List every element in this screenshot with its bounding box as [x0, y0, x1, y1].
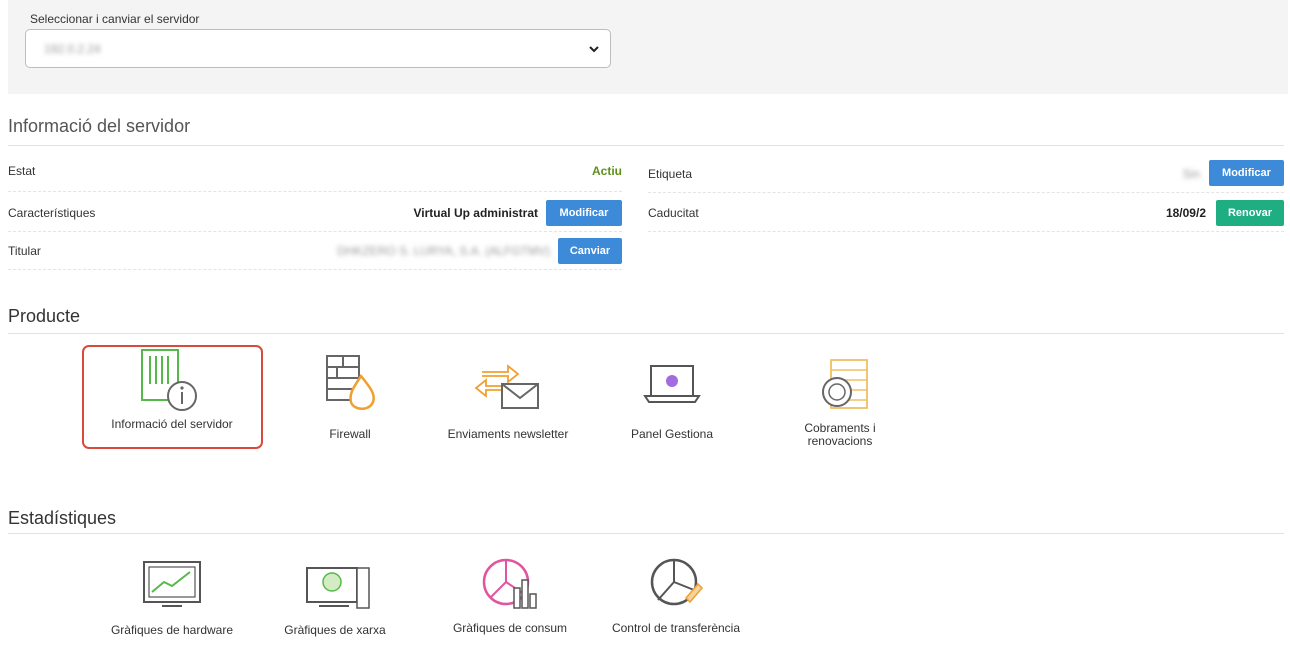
product-title: Producte [8, 306, 81, 326]
tile-label: Gràfiques de hardware [110, 623, 234, 637]
product-item-payments[interactable]: Cobraments i renovacions [772, 356, 908, 448]
payments-icon [822, 359, 868, 409]
info-row-features: Característiques Virtual Up administrat … [8, 194, 622, 232]
product-item-firewall[interactable]: Firewall [290, 354, 410, 441]
info-label-expiry: Caducitat [648, 206, 699, 220]
change-holder-button[interactable]: Canviar [558, 238, 622, 264]
tile-label: Gràfiques de consum [452, 621, 568, 635]
transfer-control-icon [650, 558, 704, 606]
server-select-dropdown[interactable]: 192.0.2.24 [25, 29, 611, 68]
info-row-tag: Etiqueta Sin Modificar [648, 155, 1284, 193]
server-info-icon [141, 349, 197, 411]
section-divider [8, 333, 1284, 334]
firewall-icon [326, 355, 375, 410]
chevron-down-icon [589, 46, 599, 53]
tile-label: Control de transferència [611, 621, 741, 635]
modify-features-button[interactable]: Modificar [546, 200, 622, 226]
info-label-status: Estat [8, 164, 36, 178]
stats-item-consumption[interactable]: Gràfiques de consum [432, 554, 588, 635]
features-value: Virtual Up administrat [413, 206, 538, 220]
server-info-title: Informació del servidor [8, 116, 191, 136]
server-select-value: 192.0.2.24 [44, 42, 101, 56]
info-label-holder: Titular [8, 244, 41, 258]
modify-tag-button[interactable]: Modificar [1209, 160, 1284, 186]
tile-label: Gràfiques de xarxa [284, 623, 386, 637]
info-label-tag: Etiqueta [648, 167, 693, 181]
stats-title: Estadístiques [8, 508, 117, 528]
info-row-status: Estat Actiu [8, 152, 622, 190]
info-label-features: Característiques [8, 206, 96, 220]
holder-value: DHKZERO S. LURYA, S.A. (ALFGTMV) [337, 244, 550, 258]
server-select-panel: Seleccionar i canviar el servidor 192.0.… [8, 0, 1288, 94]
section-divider [8, 533, 1284, 534]
network-chart-icon [306, 567, 370, 609]
consumption-chart-icon [482, 558, 537, 609]
newsletter-icon [474, 364, 539, 409]
row-divider [8, 191, 622, 192]
expiry-value: 18/09/2 [1165, 206, 1206, 220]
renew-button[interactable]: Renovar [1216, 200, 1284, 226]
section-divider [8, 145, 1284, 146]
product-item-panel[interactable]: Panel Gestiona [612, 360, 732, 441]
status-value: Actiu [592, 164, 622, 178]
product-item-server-info[interactable]: Informació del servidor [86, 348, 258, 431]
product-item-newsletter[interactable]: Enviaments newsletter [428, 354, 588, 441]
tile-label: Enviaments newsletter [447, 427, 569, 441]
tile-label: Firewall [329, 427, 371, 441]
tile-label: Informació del servidor [111, 417, 233, 431]
stats-item-hardware[interactable]: Gràfiques de hardware [90, 556, 254, 637]
info-row-holder: Titular DHKZERO S. LURYA, S.A. (ALFGTMV)… [8, 232, 622, 270]
tag-value: Sin [1182, 167, 1200, 181]
panel-icon [643, 365, 701, 403]
info-row-expiry: Caducitat 18/09/2 Renovar [648, 194, 1284, 232]
stats-item-network[interactable]: Gràfiques de xarxa [270, 556, 400, 637]
server-select-label: Seleccionar i canviar el servidor [30, 12, 200, 26]
tile-label: Cobraments i renovacions [804, 421, 876, 448]
tile-label: Panel Gestiona [630, 427, 714, 441]
stats-item-transfer[interactable]: Control de transferència [594, 554, 758, 635]
hardware-chart-icon [143, 561, 201, 607]
